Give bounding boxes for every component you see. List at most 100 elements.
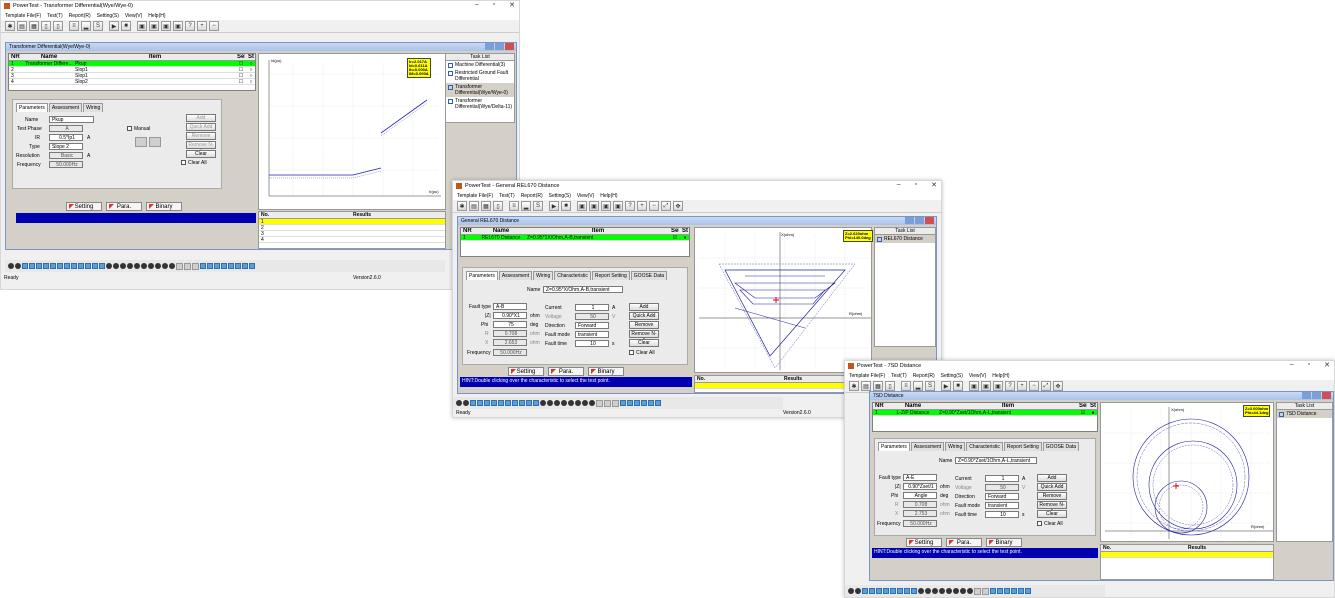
remove-n-1-button[interactable]: Remove N-1 <box>186 141 216 155</box>
differential-chart[interactable]: Id(pu) Ir(pu) Ir=2.017A Id=0.611A Ih=0.000… <box>258 53 446 210</box>
add-button[interactable]: Add <box>1037 474 1067 482</box>
zoom-in-icon[interactable]: + <box>637 201 647 211</box>
clear-button[interactable]: Clear <box>1037 510 1067 518</box>
voltage-input[interactable]: 50 <box>575 313 609 320</box>
direction-select[interactable]: Forward <box>575 322 609 329</box>
zoom-in-icon[interactable]: + <box>197 21 207 31</box>
fault-type-select[interactable]: A-B <box>493 303 527 310</box>
setting-button[interactable]: Setting <box>66 202 102 211</box>
stop-icon[interactable]: ■ <box>561 201 571 211</box>
mdi-close-icon[interactable] <box>505 43 514 50</box>
x-input[interactable]: 2.753 <box>903 510 937 517</box>
close-icon[interactable]: ✕ <box>931 181 937 189</box>
remove-n-1-button[interactable]: Remove N-1 <box>629 330 659 344</box>
frequency-input[interactable]: 50.000Hz <box>493 349 527 356</box>
task-item[interactable]: REL670 Distance <box>875 235 935 243</box>
r-input[interactable]: 0.708 <box>903 501 937 508</box>
menu-report[interactable]: Report(R) <box>913 373 935 379</box>
stop-icon[interactable]: ■ <box>121 21 131 31</box>
report-icon[interactable]: ▣ <box>577 201 587 211</box>
close-icon[interactable]: ✕ <box>509 1 515 9</box>
menu-template-file[interactable]: Template File(F) <box>849 373 885 379</box>
setting-button[interactable]: Setting <box>906 538 942 547</box>
voltage-input[interactable]: 50 <box>985 484 1019 491</box>
tab-assessment[interactable]: Assessment <box>498 271 533 280</box>
mdi-minimize-icon[interactable] <box>485 43 494 50</box>
list-icon[interactable]: ≡ <box>901 381 911 391</box>
tab-wiring[interactable]: Wiring <box>533 271 554 280</box>
run-icon[interactable]: ▶ <box>549 201 559 211</box>
maximize-icon[interactable]: ▫ <box>1308 361 1310 369</box>
menu-report[interactable]: Report(R) <box>69 13 91 19</box>
sel-checkbox[interactable]: ☑ <box>1077 410 1087 415</box>
paste-icon[interactable]: ▯ <box>53 21 63 31</box>
fault-mode-select[interactable]: transient <box>575 331 609 338</box>
report-icon[interactable]: ▣ <box>969 381 979 391</box>
close-icon[interactable]: ✕ <box>1324 361 1330 369</box>
menu-test[interactable]: Test(T) <box>891 373 907 379</box>
binary-button[interactable]: Binary <box>588 367 624 376</box>
task-item[interactable]: Restricted Ground Fault Differential <box>446 69 514 83</box>
result-row[interactable]: 4 <box>259 237 445 243</box>
menu-setting[interactable]: Setting(S) <box>549 193 571 199</box>
report3-icon[interactable]: ▣ <box>161 21 171 31</box>
table-row[interactable]: 1 L-Z/P Distance Z=0.90*Zset/1Ohm,A-L,tran… <box>873 410 1097 416</box>
fault-mode-select[interactable]: transient <box>985 502 1019 509</box>
copy-icon[interactable]: ▯ <box>41 21 51 31</box>
mdi-maximize-icon[interactable] <box>1312 392 1321 399</box>
menu-view[interactable]: View(V) <box>969 373 986 379</box>
impedance-chart[interactable]: X(ohm) R(ohm) Z=2.620ohm Phi=140.0deg <box>694 227 873 373</box>
zoom-in-icon[interactable]: + <box>1017 381 1027 391</box>
remove-button[interactable]: Remove <box>186 132 216 140</box>
report2-icon[interactable]: ▣ <box>981 381 991 391</box>
menu-test[interactable]: Test(T) <box>47 13 63 19</box>
sel-checkbox[interactable]: ☐ <box>235 73 245 78</box>
minimize-icon[interactable]: – <box>1290 361 1294 369</box>
menu-setting[interactable]: Setting(S) <box>941 373 963 379</box>
tab-parameters[interactable]: Parameters <box>16 103 48 112</box>
copy-icon[interactable]: ▯ <box>885 381 895 391</box>
menu-test[interactable]: Test(T) <box>499 193 515 199</box>
sc-icon[interactable]: S <box>925 381 935 391</box>
minimize-icon[interactable]: – <box>475 1 479 9</box>
tab-characteristic[interactable]: Characteristic <box>966 442 1003 451</box>
current-input[interactable]: 1 <box>985 475 1019 482</box>
save-icon[interactable]: ▦ <box>873 381 883 391</box>
tab-report-setting[interactable]: Report Setting <box>1003 442 1042 451</box>
fit-icon[interactable]: ⤢ <box>661 201 671 211</box>
maximize-icon[interactable]: ▫ <box>915 181 917 189</box>
test-phase-input[interactable]: A <box>49 125 83 132</box>
result-row[interactable] <box>1101 552 1273 558</box>
mdi-minimize-icon[interactable] <box>1302 392 1311 399</box>
sc-icon[interactable]: S <box>533 201 543 211</box>
quick-add-button[interactable]: Quick Add <box>629 312 659 320</box>
quick-add-button[interactable]: Quick Add <box>1037 483 1067 491</box>
z-input[interactable]: 0.90*Zset/1 <box>903 483 937 490</box>
clear-all-checkbox[interactable] <box>181 160 186 165</box>
maximize-icon[interactable]: ▫ <box>493 1 495 9</box>
r-input[interactable]: 0.708 <box>493 330 527 337</box>
remove-button[interactable]: Remove <box>1037 492 1067 500</box>
list-icon[interactable]: ≡ <box>69 21 79 31</box>
tab-assessment[interactable]: Assessment <box>48 103 83 112</box>
task-item[interactable]: Transformer Differential(Wye/Wye-0) <box>446 83 514 97</box>
open-icon[interactable]: ▤ <box>469 201 479 211</box>
menu-help[interactable]: Help(H) <box>992 373 1009 379</box>
resolution-input[interactable]: Basic <box>49 152 83 159</box>
chart-icon[interactable]: ▂ <box>81 21 91 31</box>
save-icon[interactable]: ▦ <box>29 21 39 31</box>
tab-parameters[interactable]: Parameters <box>878 442 910 451</box>
para-button[interactable]: Para. <box>106 202 142 211</box>
save-icon[interactable]: ▦ <box>481 201 491 211</box>
copy-icon[interactable]: ▯ <box>493 201 503 211</box>
ir-input[interactable]: 0.5*Ip1 <box>49 134 83 141</box>
help-icon[interactable]: ? <box>1005 381 1015 391</box>
frequency-input[interactable]: 50.000Hz <box>49 161 83 168</box>
mdi-close-icon[interactable] <box>1322 392 1331 399</box>
report2-icon[interactable]: ▣ <box>149 21 159 31</box>
run-icon[interactable]: ▶ <box>109 21 119 31</box>
type-select[interactable]: Slope 2 <box>49 143 83 150</box>
binary-button[interactable]: Binary <box>146 202 182 211</box>
setting-button[interactable]: Setting <box>508 367 544 376</box>
tab-characteristic[interactable]: Characteristic <box>554 271 591 280</box>
